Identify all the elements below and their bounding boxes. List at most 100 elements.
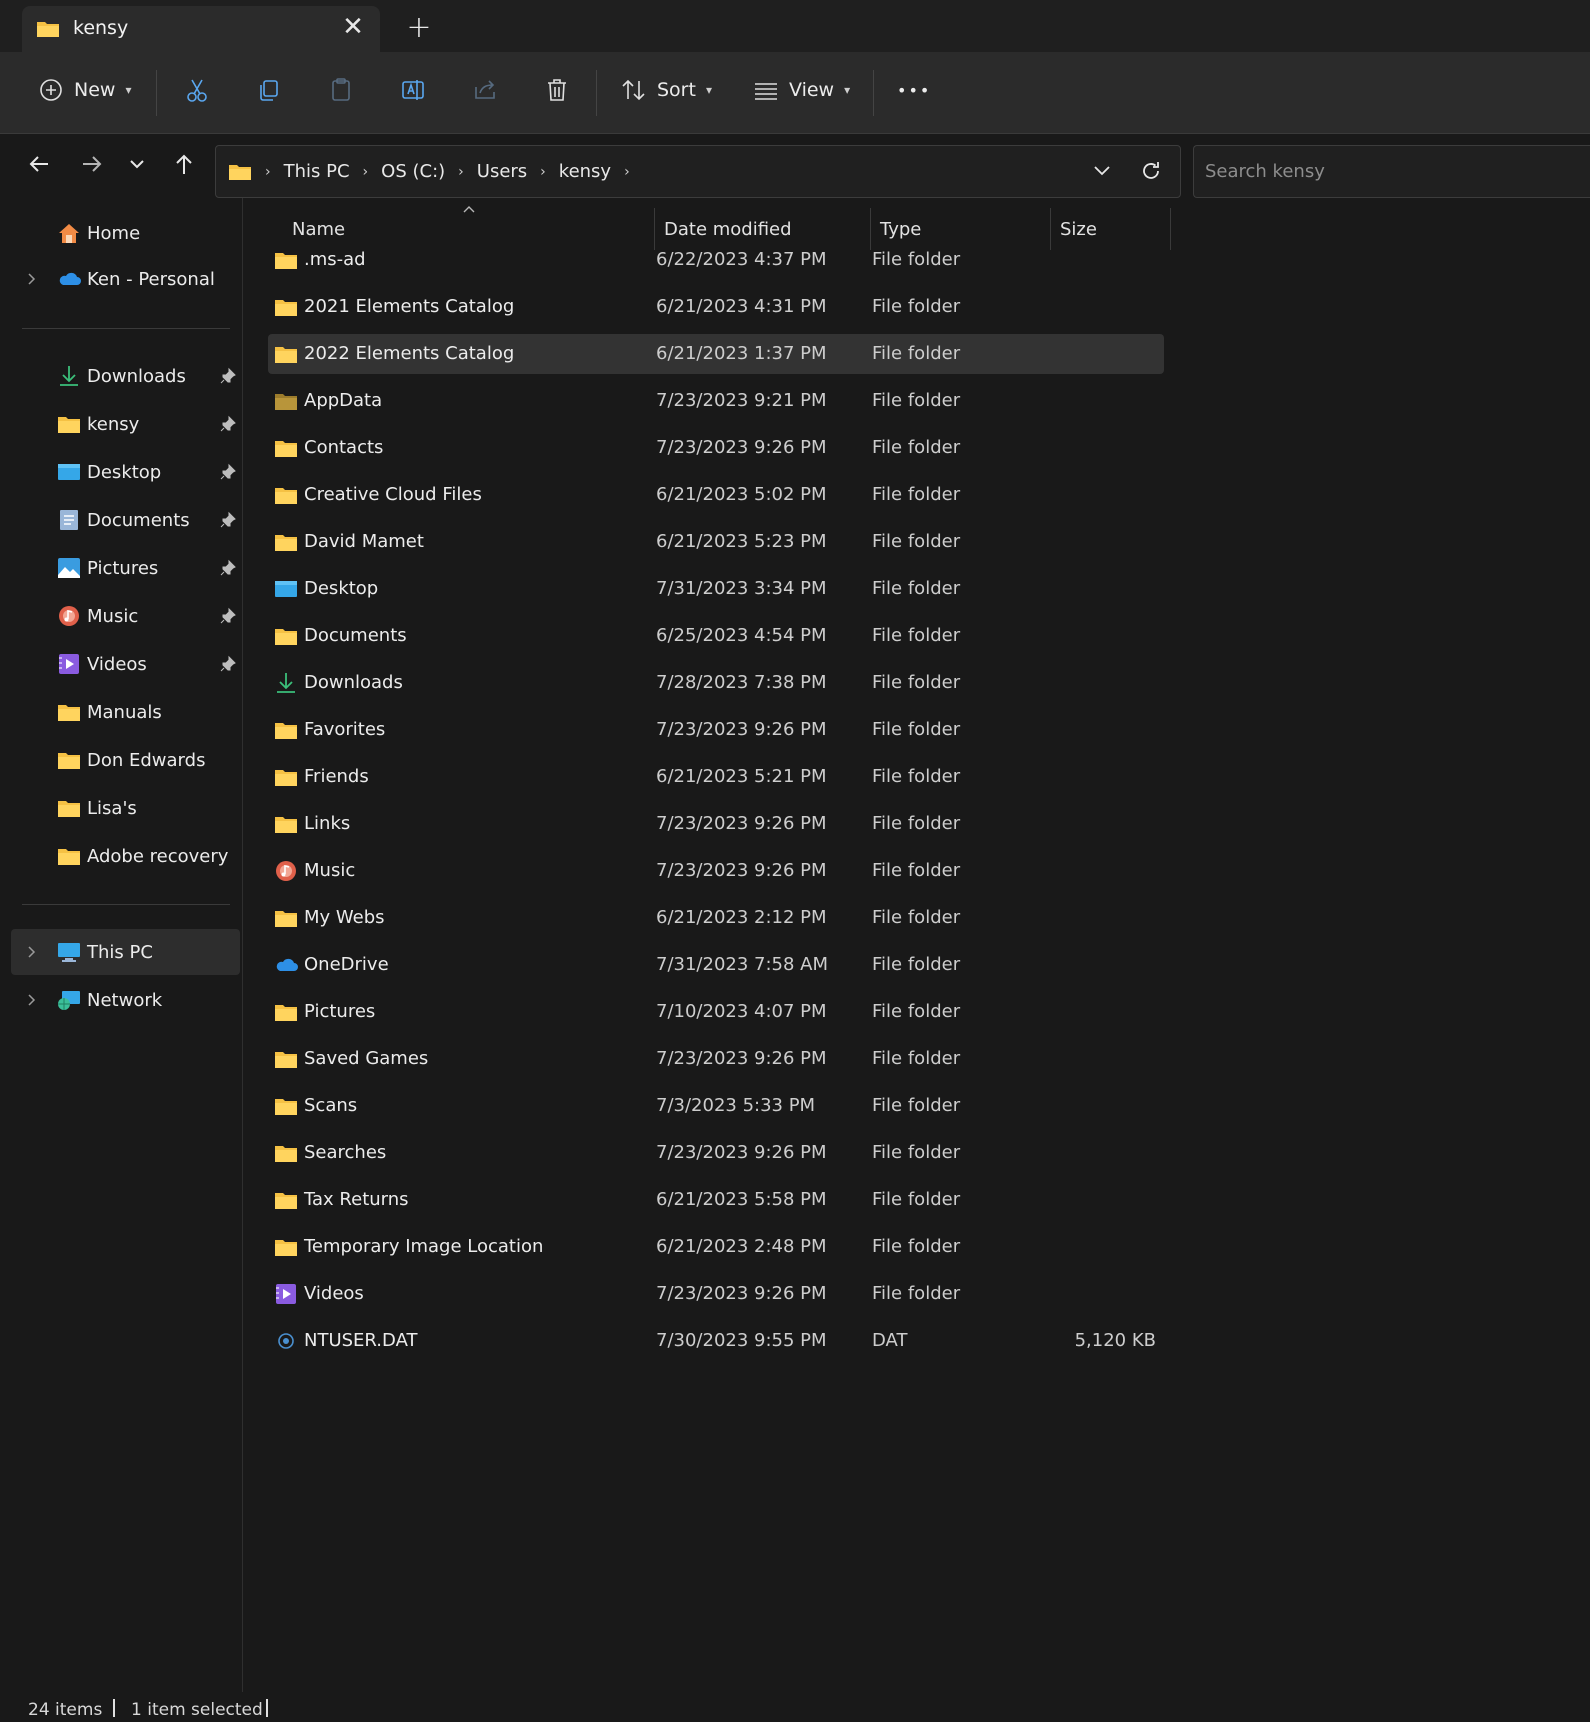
status-bar: 24 items 1 item selected — [0, 1692, 1590, 1722]
sidebar-item-documents[interactable]: Documents — [0, 497, 240, 543]
file-type: File folder — [872, 437, 961, 458]
address-bar[interactable]: › This PC › OS (C:) › Users › kensy › — [215, 145, 1181, 198]
file-row[interactable]: OneDrive 7/31/2023 7:58 AM File folder — [268, 945, 1164, 985]
back-button[interactable] — [19, 144, 59, 184]
breadcrumb-kensy[interactable]: kensy — [559, 161, 611, 182]
sort-button[interactable]: Sort ▾ — [619, 68, 712, 112]
sidebar-item-this-pc[interactable]: This PC — [11, 929, 240, 975]
cut-button[interactable] — [182, 68, 212, 112]
file-row[interactable]: My Webs 6/21/2023 2:12 PM File folder — [268, 898, 1164, 938]
file-date-modified: 7/23/2023 9:21 PM — [656, 390, 827, 411]
pin-icon[interactable] — [219, 367, 237, 385]
file-row[interactable]: David Mamet 6/21/2023 5:23 PM File folder — [268, 522, 1164, 562]
chevron-right-icon[interactable] — [24, 271, 40, 287]
file-row[interactable]: AppData 7/23/2023 9:21 PM File folder — [268, 381, 1164, 421]
sidebar-item-desktop[interactable]: Desktop — [0, 449, 240, 495]
copy-button[interactable] — [254, 68, 284, 112]
desktop-icon — [274, 578, 298, 600]
pin-icon[interactable] — [219, 559, 237, 577]
breadcrumb-separator[interactable]: › — [363, 164, 369, 180]
search-input[interactable]: Search kensy — [1193, 145, 1590, 198]
pin-icon[interactable] — [219, 415, 237, 433]
rename-button[interactable] — [398, 68, 428, 112]
file-row[interactable]: Temporary Image Location 6/21/2023 2:48 P… — [268, 1227, 1164, 1267]
file-row[interactable]: Tax Returns 6/21/2023 5:58 PM File folder — [268, 1180, 1164, 1220]
close-tab-icon[interactable]: ✕ — [338, 12, 368, 42]
chevron-right-icon[interactable] — [24, 944, 40, 960]
paste-button[interactable] — [326, 68, 356, 112]
folder-icon — [274, 1189, 298, 1211]
sidebar-item-downloads[interactable]: Downloads — [0, 353, 240, 399]
refresh-button[interactable] — [1138, 158, 1164, 184]
sidebar-item-music[interactable]: Music — [0, 593, 240, 639]
file-row[interactable]: Links 7/23/2023 9:26 PM File folder — [268, 804, 1164, 844]
toolbar-separator — [156, 70, 157, 116]
file-row[interactable]: Videos 7/23/2023 9:26 PM File folder — [268, 1274, 1164, 1314]
pin-icon[interactable] — [219, 511, 237, 529]
file-row[interactable]: .ms-ad 6/22/2023 4:37 PM File folder — [268, 240, 1164, 280]
file-row[interactable]: Music 7/23/2023 9:26 PM File folder — [268, 851, 1164, 891]
file-row[interactable]: Searches 7/23/2023 9:26 PM File folder — [268, 1133, 1164, 1173]
file-row[interactable]: Favorites 7/23/2023 9:26 PM File folder — [268, 710, 1164, 750]
file-name: .ms-ad — [304, 249, 366, 270]
file-row[interactable]: Documents 6/25/2023 4:54 PM File folder — [268, 616, 1164, 656]
chevron-right-icon[interactable] — [24, 992, 40, 1008]
rename-icon — [398, 75, 428, 105]
file-type: File folder — [872, 1048, 961, 1069]
up-button[interactable] — [164, 144, 204, 184]
breadcrumb-users[interactable]: Users — [477, 161, 527, 182]
address-row: › This PC › OS (C:) › Users › kensy › Se… — [0, 134, 1590, 198]
cut-icon — [182, 75, 212, 105]
file-type: File folder — [872, 860, 961, 881]
breadcrumb-separator[interactable]: › — [624, 164, 630, 180]
file-row[interactable]: 2022 Elements Catalog 6/21/2023 1:37 PM Fi… — [268, 334, 1164, 374]
selection-count: 1 item selected — [131, 1700, 263, 1720]
tab-title: kensy — [73, 17, 129, 39]
breadcrumb-separator[interactable]: › — [458, 164, 464, 180]
view-button[interactable]: View ▾ — [751, 68, 850, 112]
share-button[interactable] — [470, 68, 500, 112]
file-row[interactable]: NTUSER.DAT 7/30/2023 9:55 PM DAT 5,120 KB — [268, 1321, 1164, 1361]
new-button[interactable]: New ▾ — [36, 68, 131, 112]
file-row[interactable]: Desktop 7/31/2023 3:34 PM File folder — [268, 569, 1164, 609]
file-row[interactable]: 2021 Elements Catalog 6/21/2023 4:31 PM Fi… — [268, 287, 1164, 327]
file-row[interactable]: Scans 7/3/2023 5:33 PM File folder — [268, 1086, 1164, 1126]
breadcrumb-os-c[interactable]: OS (C:) — [381, 161, 445, 182]
file-row[interactable]: Friends 6/21/2023 5:21 PM File folder — [268, 757, 1164, 797]
sidebar-item-videos[interactable]: Videos — [0, 641, 240, 687]
breadcrumb-this-pc[interactable]: This PC — [284, 161, 350, 182]
sidebar-item-don-edwards[interactable]: Don Edwards — [0, 737, 240, 783]
file-row[interactable]: Contacts 7/23/2023 9:26 PM File folder — [268, 428, 1164, 468]
file-row[interactable]: Pictures 7/10/2023 4:07 PM File folder — [268, 992, 1164, 1032]
file-name: Contacts — [304, 437, 384, 458]
address-history-button[interactable] — [1089, 158, 1115, 184]
sidebar-item-ken-personal[interactable]: Ken - Personal — [0, 256, 240, 302]
sidebar-item-pictures[interactable]: Pictures — [0, 545, 240, 591]
new-tab-button[interactable]: + — [403, 12, 435, 44]
pin-icon[interactable] — [219, 463, 237, 481]
sidebar-item-kensy[interactable]: kensy — [0, 401, 240, 447]
column-divider[interactable] — [1170, 208, 1171, 250]
pin-icon[interactable] — [219, 655, 237, 673]
file-row[interactable]: Creative Cloud Files 6/21/2023 5:02 PM Fil… — [268, 475, 1164, 515]
breadcrumb-separator[interactable]: › — [540, 164, 546, 180]
tab-kensy[interactable]: kensy ✕ — [22, 6, 380, 52]
file-row[interactable]: Downloads 7/28/2023 7:38 PM File folder — [268, 663, 1164, 703]
folder-icon — [274, 249, 298, 271]
file-row[interactable]: Saved Games 7/23/2023 9:26 PM File folder — [268, 1039, 1164, 1079]
pin-icon[interactable] — [219, 607, 237, 625]
forward-button[interactable] — [72, 144, 112, 184]
sidebar-item-home[interactable]: Home — [0, 210, 240, 256]
sidebar-item-lisas[interactable]: Lisa's — [0, 785, 240, 831]
recent-locations-button[interactable] — [117, 144, 157, 184]
file-date-modified: 7/30/2023 9:55 PM — [656, 1330, 827, 1351]
more-options-button[interactable]: ••• — [897, 68, 931, 112]
file-type: File folder — [872, 1001, 961, 1022]
sidebar-item-network[interactable]: Network — [0, 977, 240, 1023]
delete-button[interactable] — [542, 68, 572, 112]
folder-icon — [274, 1001, 298, 1023]
chevron-down-icon — [130, 160, 144, 169]
sidebar-item-manuals[interactable]: Manuals — [0, 689, 240, 735]
sidebar-item-adobe-recovery[interactable]: Adobe recovery — [0, 833, 240, 879]
network-icon — [57, 989, 81, 1011]
